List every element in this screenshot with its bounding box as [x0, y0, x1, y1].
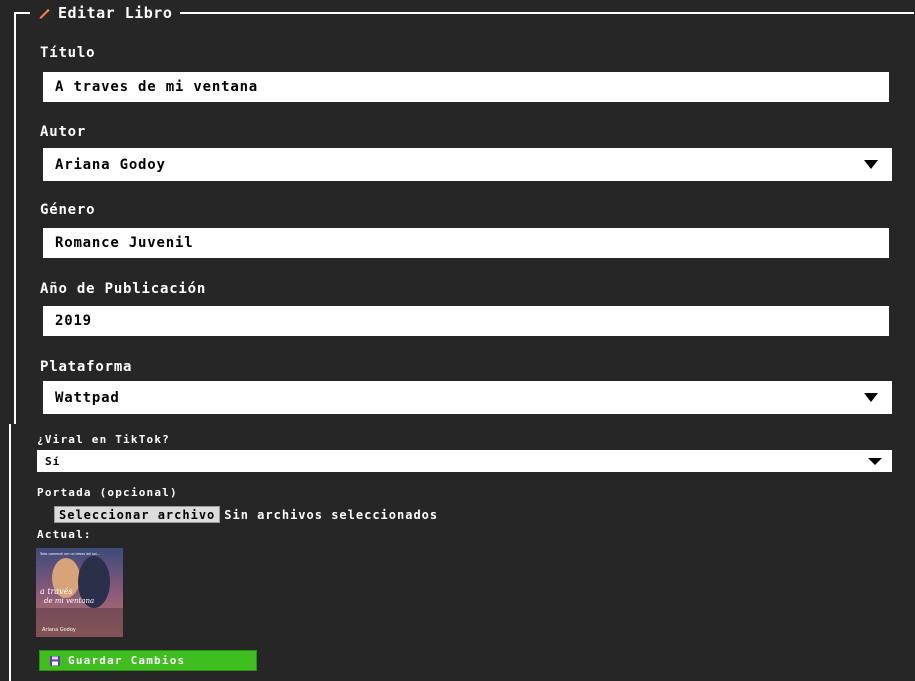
cover-title-line2: de mi ventana	[44, 597, 94, 605]
floppy-disk-icon	[50, 655, 60, 666]
cover-file-input: Seleccionar archivo Sin archivos selecci…	[54, 506, 439, 523]
year-label: Año de Publicación	[40, 281, 207, 297]
chevron-down-icon	[868, 457, 882, 465]
save-button-label: Guardar Cambios	[68, 654, 186, 667]
cover-author: Ariana Godoy	[42, 627, 76, 633]
author-select[interactable]: Ariana Godoy	[43, 148, 892, 181]
cover-top-text: Todo comenzó con un deseo del sol...	[39, 552, 100, 556]
chevron-down-icon	[864, 393, 878, 402]
chevron-down-icon	[864, 160, 878, 169]
form-title: Editar Libro	[58, 4, 173, 22]
author-select-value: Ariana Godoy	[55, 156, 166, 173]
current-cover-label: Actual:	[37, 528, 92, 541]
title-label: Título	[40, 45, 96, 61]
file-status: Sin archivos seleccionados	[224, 507, 439, 522]
pencil-icon	[39, 9, 50, 19]
viral-select[interactable]: Sí	[37, 450, 892, 472]
edit-book-form: Editar Libro Título A traves de mi venta…	[0, 0, 915, 681]
choose-file-button[interactable]: Seleccionar archivo	[54, 506, 221, 523]
form-legend: Editar Libro	[30, 3, 181, 23]
fieldset-border-left	[14, 12, 16, 424]
platform-select[interactable]: Wattpad	[43, 381, 892, 414]
book-cover-art: Todo comenzó con un deseo del sol... a t…	[36, 548, 123, 637]
genre-label: Género	[40, 202, 96, 218]
cover-title-line1: a través	[40, 587, 72, 596]
viral-select-value: Sí	[45, 454, 61, 468]
platform-label: Plataforma	[40, 359, 133, 375]
save-changes-button[interactable]: Guardar Cambios	[39, 650, 257, 671]
platform-select-value: Wattpad	[55, 389, 120, 406]
current-cover-image: Todo comenzó con un deseo del sol... a t…	[36, 548, 123, 637]
year-input[interactable]: 2019	[43, 306, 889, 336]
genre-input[interactable]: Romance Juvenil	[43, 228, 889, 258]
fieldset-border-left-lower	[9, 424, 11, 681]
viral-label: ¿Viral en TikTok?	[37, 433, 170, 446]
cover-label: Portada (opcional)	[37, 486, 178, 499]
author-label: Autor	[40, 124, 87, 140]
title-input[interactable]: A traves de mi ventana	[43, 72, 889, 102]
